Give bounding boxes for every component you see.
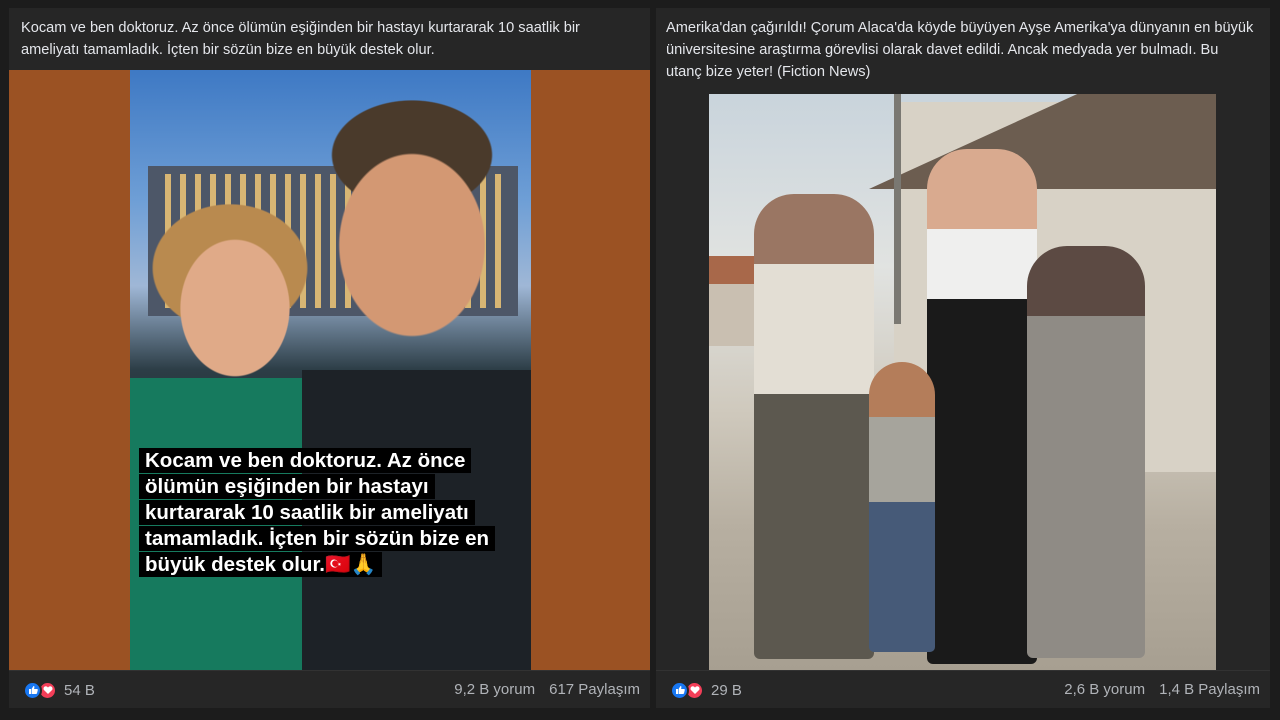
- share-count-link[interactable]: 617 Paylaşım: [549, 681, 640, 698]
- post-photo-doctors[interactable]: Kocam ve ben doktoruz. Az önce ölümün eş…: [130, 70, 531, 670]
- image-caption-line: büyük destek olur.🇹🇷🙏: [139, 552, 383, 577]
- like-icon: [670, 680, 689, 700]
- post-text: Kocam ve ben doktoruz. Az önce ölümün eş…: [21, 20, 580, 58]
- reaction-count: 29 B: [711, 681, 742, 699]
- young-woman-figure: [927, 149, 1037, 664]
- female-doctor: [130, 198, 320, 670]
- post-photo-village-family[interactable]: [709, 94, 1216, 670]
- father-figure: [754, 194, 874, 659]
- reactions-summary[interactable]: 29 B: [670, 680, 742, 700]
- post-card-doctors: Kocam ve ben doktoruz. Az önce ölümün eş…: [9, 8, 650, 708]
- image-caption-line: tamamladık. İçten bir sözün bize en: [139, 526, 496, 551]
- image-caption-line: Kocam ve ben doktoruz. Az önce: [139, 448, 472, 473]
- boy-figure: [869, 362, 935, 652]
- post-footer: 29 B 2,6 B yorum 1,4 B Paylaşım: [656, 670, 1270, 708]
- reactions-summary[interactable]: 54 B: [23, 680, 95, 700]
- comment-count-link[interactable]: 9,2 B yorum: [454, 681, 535, 698]
- post-footer: 54 B 9,2 B yorum 617 Paylaşım: [9, 670, 650, 708]
- like-icon: [23, 680, 42, 700]
- post-text: Amerika'dan çağırıldı! Çorum Alaca'da kö…: [666, 20, 1254, 80]
- reaction-count: 54 B: [64, 681, 95, 699]
- image-caption-line: kurtararak 10 saatlik bir ameliyatı: [139, 500, 475, 525]
- comment-count-link[interactable]: 2,6 B yorum: [1064, 681, 1145, 698]
- image-caption-line: ölümün eşiğinden bir hastayı: [139, 474, 435, 499]
- share-count-link[interactable]: 1,4 B Paylaşım: [1159, 681, 1260, 698]
- post-stats: 9,2 B yorum 617 Paylaşım: [454, 681, 640, 698]
- post-stats: 2,6 B yorum 1,4 B Paylaşım: [1064, 681, 1260, 698]
- mother-figure: [1027, 246, 1145, 658]
- post-card-village: Amerika'dan çağırıldı! Çorum Alaca'da kö…: [656, 8, 1270, 708]
- image-caption: Kocam ve ben doktoruz. Az önce ölümün eş…: [139, 448, 523, 578]
- post-media[interactable]: Kocam ve ben doktoruz. Az önce ölümün eş…: [9, 70, 650, 670]
- utility-pole: [894, 94, 901, 324]
- post-media[interactable]: [656, 94, 1270, 670]
- male-doctor: [302, 85, 531, 670]
